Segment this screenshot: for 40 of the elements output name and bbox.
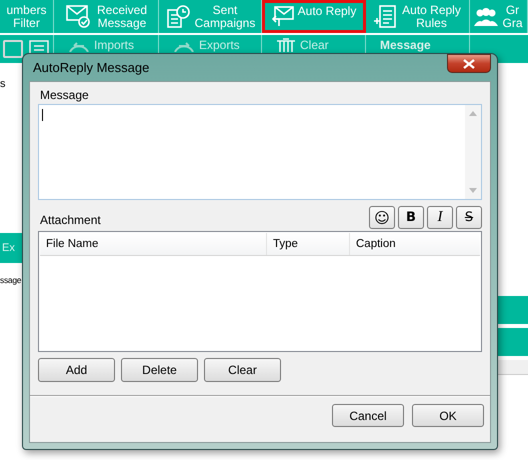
text-cursor (42, 109, 43, 121)
column-header[interactable]: Caption (350, 233, 480, 255)
list-button[interactable]: Delete (121, 358, 198, 382)
trash-icon (276, 38, 296, 52)
close-icon (463, 58, 475, 68)
emoji-button[interactable]: ☺ (369, 206, 395, 229)
dialog-button[interactable]: OK (412, 404, 484, 427)
field-label: Message (39, 87, 90, 104)
ribbon-tab-label: umbers Filter (6, 4, 46, 30)
panel-bar (498, 328, 528, 356)
message-field[interactable] (38, 104, 482, 200)
strikethrough-button[interactable]: S (456, 206, 482, 229)
panel-row (498, 360, 528, 375)
ribbon-tab-label: Gr Gra (502, 4, 522, 30)
ribbon-tab-label: Auto Reply Rules (402, 4, 461, 30)
column-header[interactable]: File Name (40, 233, 267, 255)
envelope-arrow-icon (272, 5, 294, 27)
list-button[interactable]: Clear (204, 358, 281, 382)
scrollbar[interactable] (465, 105, 481, 199)
panel-bar (498, 296, 528, 324)
envelope-check-icon (64, 4, 93, 30)
ribbon-tab-label: Auto Reply (298, 5, 356, 18)
scroll-down-icon[interactable] (469, 188, 477, 193)
grid-view-icon[interactable] (3, 40, 23, 58)
close-button[interactable] (447, 54, 491, 73)
dialog-button[interactable]: Cancel (332, 404, 404, 427)
italic-button[interactable]: I (427, 206, 453, 229)
scroll-up-icon[interactable] (469, 111, 477, 116)
bold-button[interactable]: B (398, 206, 424, 229)
list-text: s (0, 78, 6, 90)
list-text: ssage (0, 275, 22, 285)
list-button[interactable]: Add (38, 358, 115, 382)
column-header[interactable]: Type (267, 233, 350, 255)
window-title: AutoReply Message (33, 60, 150, 75)
field-label: Attachment (39, 213, 101, 229)
clipboard-clock-icon (164, 4, 191, 30)
people-icon (474, 6, 498, 26)
ribbon-tab-label: Sent Campaigns (194, 4, 256, 30)
list-document-icon (374, 4, 398, 30)
ribbon-tab-label: Received Message (96, 4, 148, 30)
